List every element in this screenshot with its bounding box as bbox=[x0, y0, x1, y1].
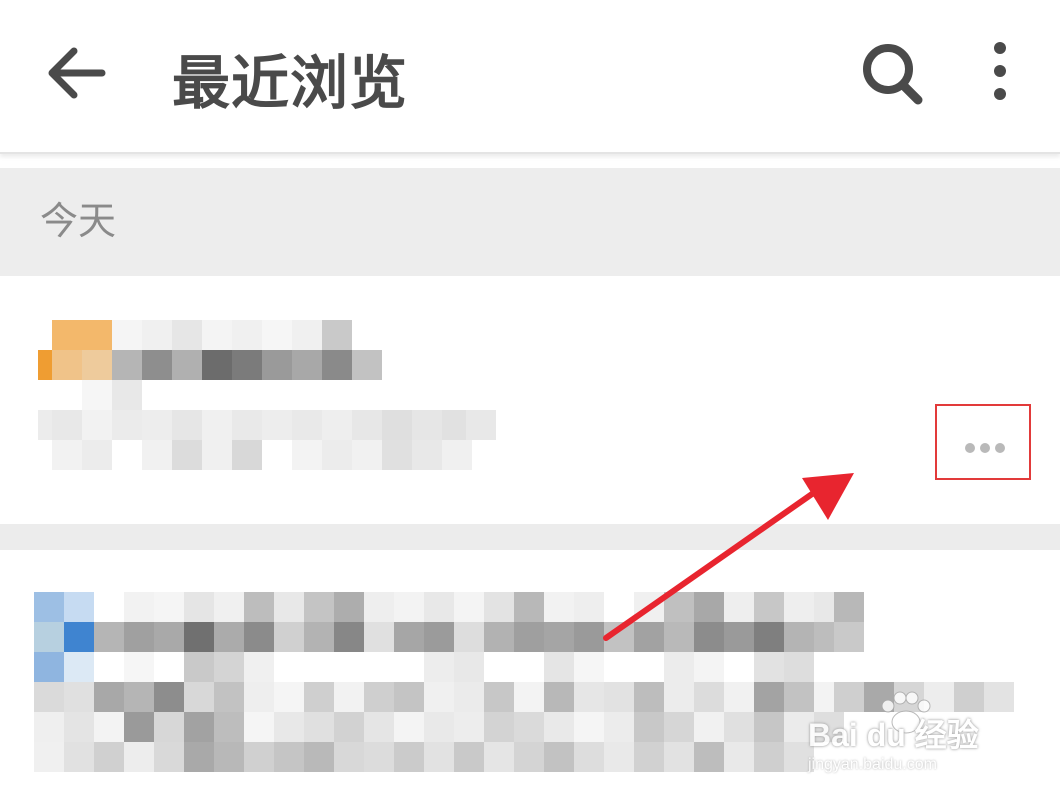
more-options-button[interactable] bbox=[980, 36, 1024, 110]
baidu-watermark: Bai du 经验 jingyan.baidu.com bbox=[808, 686, 1008, 786]
back-arrow-icon bbox=[48, 47, 106, 99]
watermark-text: Bai du 经验 bbox=[808, 717, 979, 753]
list-item[interactable] bbox=[0, 278, 1060, 524]
search-icon bbox=[863, 44, 923, 105]
back-button[interactable] bbox=[40, 40, 114, 106]
page-title: 最近浏览 bbox=[172, 49, 409, 117]
section-header-today bbox=[0, 168, 1060, 276]
watermark-url: jingyan.baidu.com bbox=[808, 756, 937, 773]
app-bar: 最近浏览 bbox=[0, 0, 1060, 154]
item-more-button[interactable] bbox=[935, 404, 1031, 480]
more-horizontal-icon bbox=[965, 438, 1010, 457]
section-label: 今天 bbox=[40, 199, 117, 243]
search-button[interactable] bbox=[852, 36, 932, 110]
list-divider bbox=[0, 524, 1060, 550]
screen: 最近浏览 今天 Bai du 经验 jingyan.baidu.com bbox=[0, 0, 1060, 805]
more-vertical-icon bbox=[994, 42, 1006, 100]
